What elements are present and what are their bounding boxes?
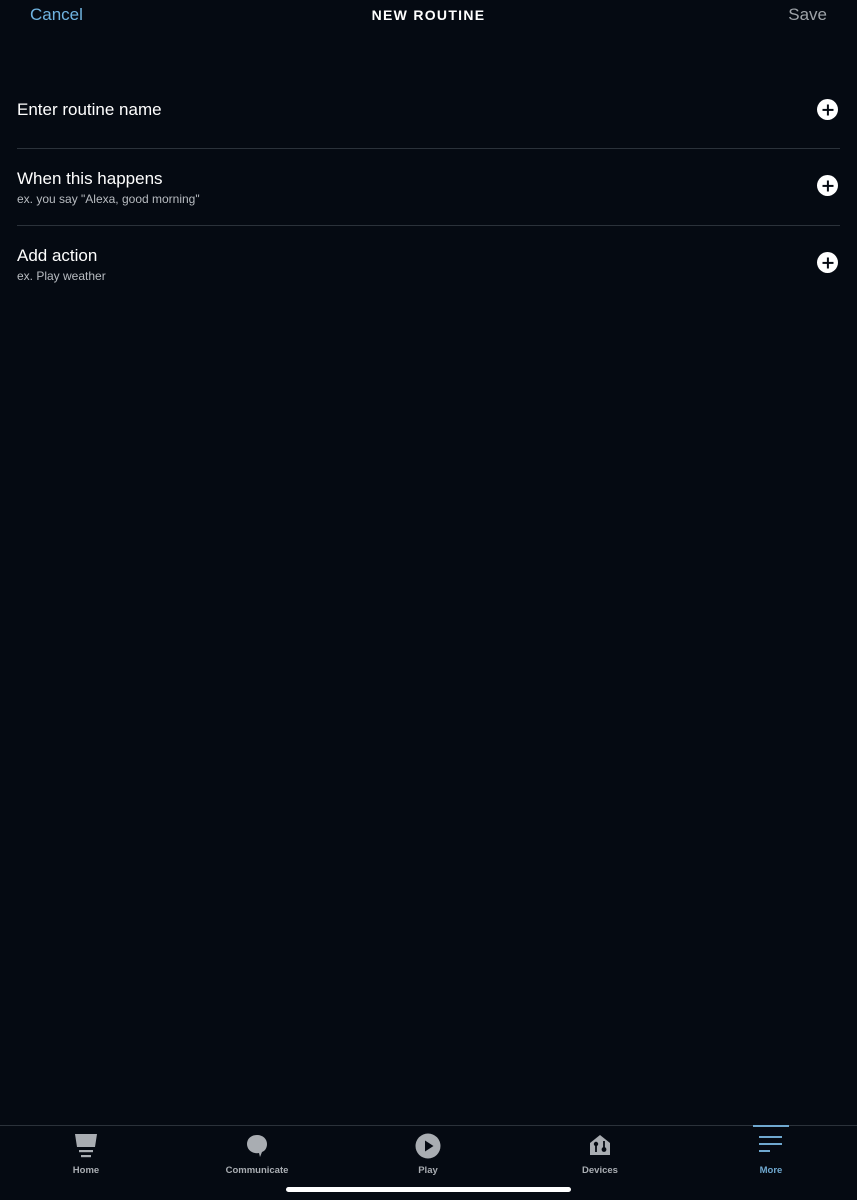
devices-house-icon xyxy=(590,1135,610,1155)
tab-more[interactable]: More xyxy=(711,1125,831,1186)
active-tab-indicator xyxy=(753,1125,789,1127)
plus-circle-icon[interactable] xyxy=(817,252,838,273)
tab-more-label: More xyxy=(759,1165,783,1176)
home-indicator[interactable] xyxy=(286,1187,571,1192)
routine-name-row[interactable]: Enter routine name xyxy=(17,72,840,149)
speech-bubble-icon xyxy=(247,1135,267,1157)
new-routine-screen: Cancel NEW ROUTINE Save Enter routine na… xyxy=(0,0,857,1200)
add-action-row[interactable]: Add action ex. Play weather xyxy=(17,226,840,302)
page-title: NEW ROUTINE xyxy=(371,7,486,23)
tab-play-label: Play xyxy=(418,1165,438,1176)
tab-communicate[interactable]: Communicate xyxy=(197,1126,317,1186)
add-action-subtitle: ex. Play weather xyxy=(17,269,106,283)
trigger-title: When this happens xyxy=(17,169,163,188)
tab-home-label: Home xyxy=(72,1165,100,1176)
tab-communicate-label: Communicate xyxy=(225,1165,289,1176)
trigger-subtitle: ex. you say "Alexa, good morning" xyxy=(17,192,200,206)
tab-play[interactable]: Play xyxy=(368,1126,488,1186)
tab-devices-label: Devices xyxy=(582,1165,618,1176)
tab-devices[interactable]: Devices xyxy=(540,1126,660,1186)
trigger-row[interactable]: When this happens ex. you say "Alexa, go… xyxy=(17,149,840,226)
plus-circle-icon[interactable] xyxy=(817,99,838,120)
home-icon xyxy=(75,1134,97,1158)
routine-form: Enter routine name When this happens ex.… xyxy=(17,72,840,302)
save-button[interactable]: Save xyxy=(788,5,827,25)
routine-name-label: Enter routine name xyxy=(17,100,162,119)
play-icon xyxy=(415,1133,441,1159)
menu-lines-icon xyxy=(759,1136,782,1152)
tab-home[interactable]: Home xyxy=(26,1126,146,1186)
add-action-title: Add action xyxy=(17,246,98,265)
plus-circle-icon[interactable] xyxy=(817,175,838,196)
navigation-bar: Cancel NEW ROUTINE Save xyxy=(0,0,857,32)
